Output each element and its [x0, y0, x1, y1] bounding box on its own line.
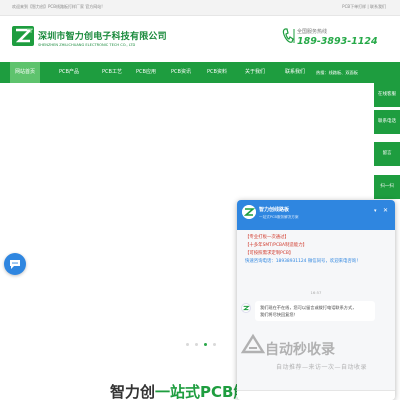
- carousel-dot-active[interactable]: [204, 343, 207, 346]
- watermark-text: 自动秒收录: [265, 342, 335, 358]
- nav-item-pcb-application[interactable]: PCB应用: [126, 62, 166, 83]
- nav-item-pcb-products[interactable]: PCB产品: [49, 62, 89, 83]
- nav-item-pcb-news[interactable]: PCB资讯: [161, 62, 201, 83]
- carousel-dots: [186, 343, 226, 347]
- chat-body: 【专业打板一次通过】 【十多年SMT/PCBA制造能力】 【可按照需求定制PCB…: [237, 230, 395, 400]
- message-line: 我们现在不在线，您可以留言或拨打电话联系方式，: [260, 305, 357, 310]
- section-title-prefix: 智力创: [110, 383, 156, 400]
- side-qrcode[interactable]: 扫一扫: [374, 175, 400, 199]
- welcome-text: 欢迎来到【智力创】PCB线路板打样厂家 官方网站!: [12, 4, 103, 9]
- watermark-subtext: 自动推荐—来访一次—自动收录: [276, 364, 368, 371]
- page: 欢迎来到【智力创】PCB线路板打样厂家 官方网站! PCB下单打样 | 联系我们…: [0, 0, 400, 400]
- chat-title: 智力创线路板: [259, 207, 290, 213]
- carousel-dot[interactable]: [186, 343, 189, 346]
- chat-promo: 【专业打板一次通过】 【十多年SMT/PCBA制造能力】 【可按照需求定制PCB…: [245, 234, 389, 266]
- top-links[interactable]: PCB下单打样 | 联系我们: [342, 4, 386, 10]
- promo-line: 【十多年SMT/PCBA制造能力】: [245, 243, 307, 248]
- chat-bubble-icon: [10, 260, 20, 269]
- chat-timestamp: 16:57: [310, 290, 322, 295]
- promo-line: 【可按照需求定制PCB】: [245, 251, 294, 256]
- top-bar: 欢迎来到【智力创】PCB线路板打样厂家 官方网站! PCB下单打样 | 联系我们: [0, 0, 400, 16]
- side-phone[interactable]: 联系电话: [374, 110, 400, 134]
- company-logo-icon[interactable]: [12, 26, 34, 46]
- side-message[interactable]: 留言: [374, 142, 400, 166]
- watermark-logo-icon: [240, 333, 266, 354]
- nav-item-contact[interactable]: 联系我们: [275, 62, 315, 83]
- side-online-service[interactable]: 在线客服: [374, 83, 400, 107]
- carousel-dot[interactable]: [213, 343, 216, 346]
- agent-avatar-icon: [241, 303, 251, 313]
- brand-english-name: SHENZHEN ZHILICHUANG ELECTRONIC TECH CO.…: [38, 43, 136, 47]
- contact-line[interactable]: 快速咨询电话：18938931124 微信同号，欢迎来电咨询！: [245, 258, 389, 266]
- message-line: 我们将尽快回复您！: [260, 312, 298, 317]
- chat-header: 智力创线路板 一站式PCB服务解决方案 ▾ ✕: [237, 200, 395, 230]
- hot-search[interactable]: 热搜：线路板、双面板: [316, 62, 358, 83]
- close-icon[interactable]: ✕: [383, 207, 388, 214]
- chat-input[interactable]: [237, 390, 395, 400]
- hotline-label: 全国服务热线: [297, 29, 328, 35]
- main-nav: 网站首页 PCB产品 PCB工艺 PCB应用 PCB资讯 PCB资料 关于我们 …: [0, 62, 400, 83]
- carousel-dot[interactable]: [195, 343, 198, 346]
- nav-item-about[interactable]: 关于我们: [235, 62, 275, 83]
- hotline-number[interactable]: 189-3893-1124: [297, 36, 378, 47]
- brand-name: 深圳市智力创电子科技有限公司: [38, 32, 167, 42]
- chat-avatar-icon: [242, 205, 256, 219]
- minimize-icon[interactable]: ▾: [374, 208, 377, 214]
- nav-item-home[interactable]: 网站首页: [10, 62, 40, 83]
- nav-item-pcb-docs[interactable]: PCB资料: [197, 62, 237, 83]
- chat-launcher-button[interactable]: [4, 253, 26, 275]
- chat-subtitle: 一站式PCB服务解决方案: [259, 215, 299, 219]
- promo-line: 【专业打板一次通过】: [245, 235, 289, 240]
- phone-icon: [282, 28, 295, 43]
- chat-message: 我们现在不在线，您可以留言或拨打电话联系方式， 我们将尽快回复您！: [255, 301, 375, 321]
